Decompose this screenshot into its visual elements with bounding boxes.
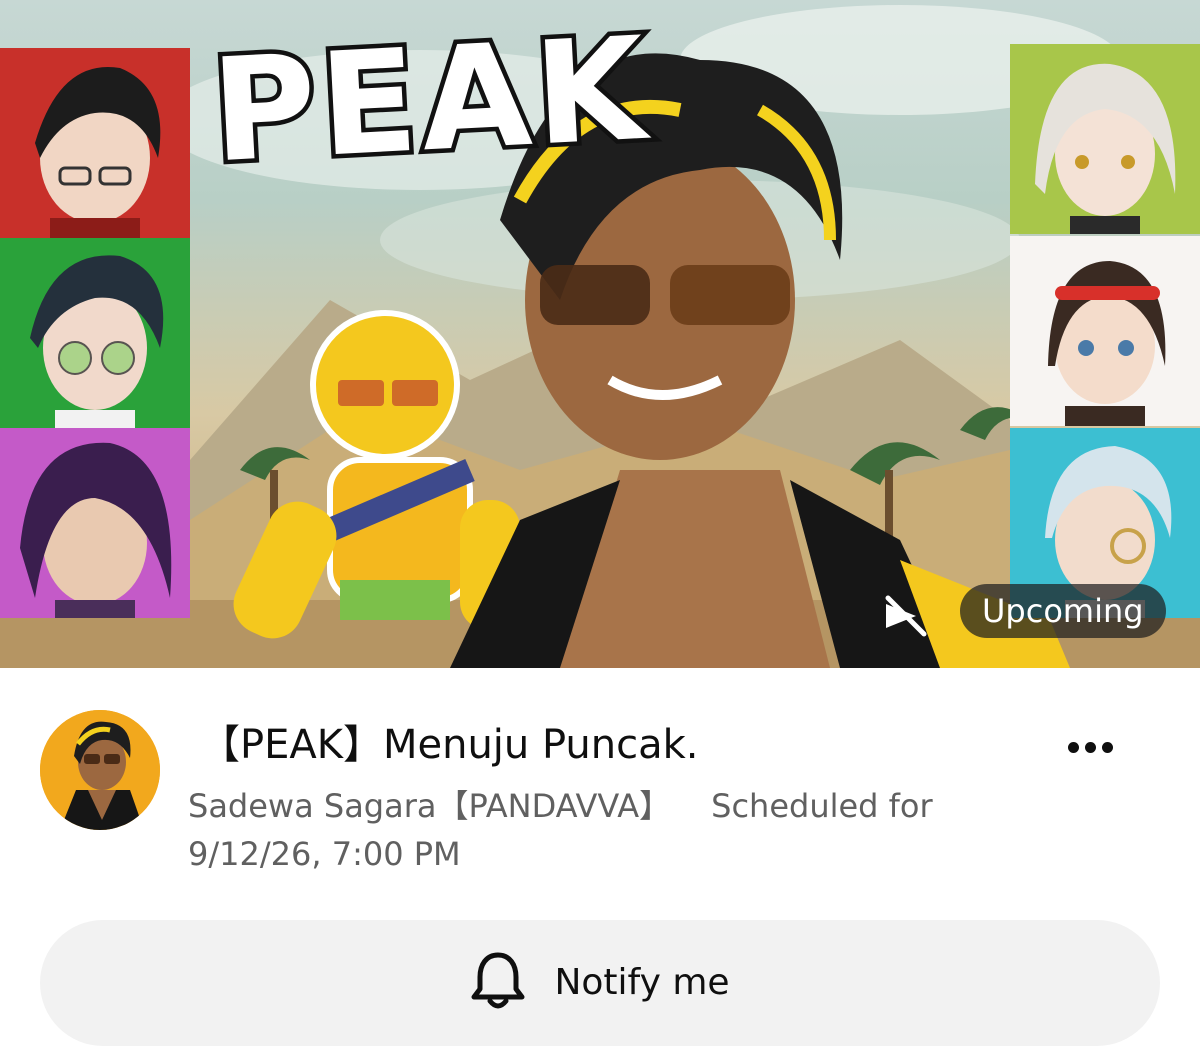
member-panel-purple — [0, 428, 190, 618]
channel-name[interactable]: Sadewa Sagara【PANDAVVA】 — [188, 787, 671, 825]
schedule-prefix: Scheduled for — [711, 787, 933, 825]
video-thumbnail[interactable]: PEAK Upcoming — [0, 0, 1200, 668]
bell-icon — [470, 949, 526, 1015]
more-dot — [1101, 741, 1113, 753]
more-dot — [1084, 741, 1096, 753]
video-title[interactable]: 【PEAK】Menuju Puncak. — [200, 712, 699, 770]
more-options-button[interactable] — [1050, 725, 1130, 769]
member-panel-red — [0, 48, 190, 238]
member-panel-green — [0, 238, 190, 428]
peak-logo-text: PEAK — [203, 2, 657, 199]
mute-icon[interactable] — [880, 590, 932, 642]
notify-me-button[interactable]: Notify me — [40, 920, 1160, 1046]
channel-avatar[interactable] — [40, 710, 160, 830]
video-meta: Sadewa Sagara【PANDAVVA】 Scheduled for 9/1… — [188, 782, 988, 878]
schedule-datetime: 9/12/26, 7:00 PM — [188, 835, 461, 873]
member-panel-lime — [1010, 44, 1200, 234]
member-panel-white — [1010, 236, 1200, 426]
more-vert-icon — [1067, 741, 1079, 753]
upcoming-badge: Upcoming — [960, 584, 1166, 638]
notify-me-label: Notify me — [554, 961, 730, 1003]
